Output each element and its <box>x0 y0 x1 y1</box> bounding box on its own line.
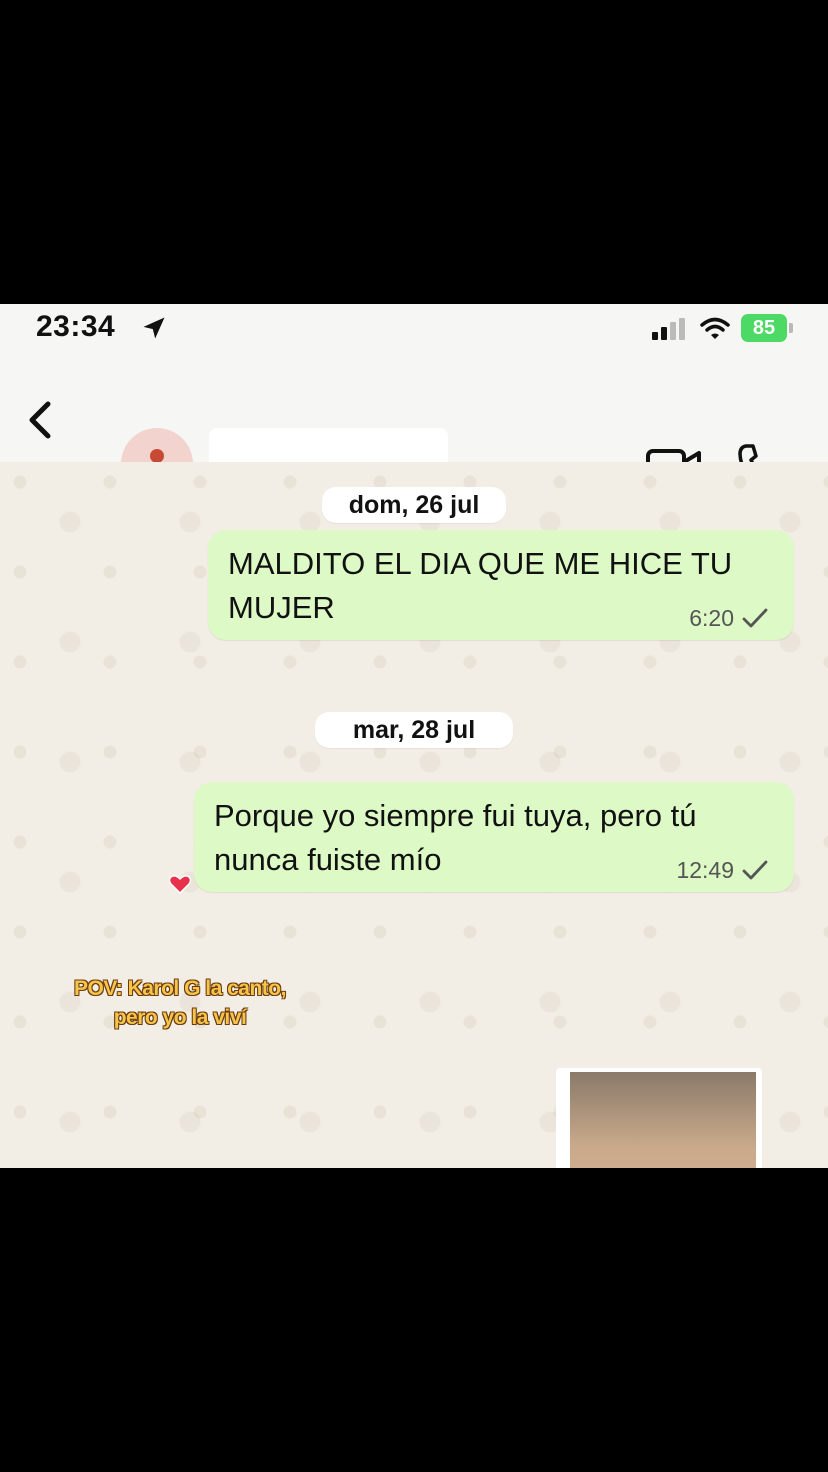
date-chip: mar, 28 jul <box>315 712 513 748</box>
chat-area: dom, 26 jul MALDITO EL DIA QUE ME HICE T… <box>0 462 828 1168</box>
signal-icon <box>652 318 685 340</box>
location-arrow-icon <box>143 317 165 339</box>
checkmark-icon <box>742 860 768 880</box>
date-label: dom, 26 jul <box>348 490 480 519</box>
crying-woman-image <box>570 1072 756 1168</box>
message-bubble[interactable]: MALDITO EL DIA QUE ME HICE TU MUJER 6:20 <box>208 530 794 640</box>
wifi-icon <box>700 317 730 339</box>
status-bar: 23:34 85 <box>0 304 828 352</box>
battery-tip <box>789 323 793 333</box>
date-label: mar, 28 jul <box>352 715 476 744</box>
phone-screen: 23:34 85 . dom, 26 jul MALDITO EL DIA QU… <box>0 304 828 1168</box>
battery-level: 85 <box>752 316 776 339</box>
chat-header: . <box>0 352 828 500</box>
status-time: 23:34 <box>36 310 116 343</box>
heart-icon <box>168 875 192 895</box>
chevron-left-icon[interactable] <box>22 398 56 442</box>
overlay-caption: POV: Karol G la canto, pero yo la viví <box>74 977 286 1029</box>
message-bubble[interactable]: Porque yo siempre fui tuya, pero tú nunc… <box>194 782 794 892</box>
battery-indicator: 85 <box>741 314 787 342</box>
checkmark-icon <box>742 608 768 628</box>
message-time: 12:49 <box>676 857 734 883</box>
date-chip: dom, 26 jul <box>322 487 506 523</box>
sticker-image[interactable] <box>556 1068 762 1168</box>
message-time: 6:20 <box>689 605 734 631</box>
